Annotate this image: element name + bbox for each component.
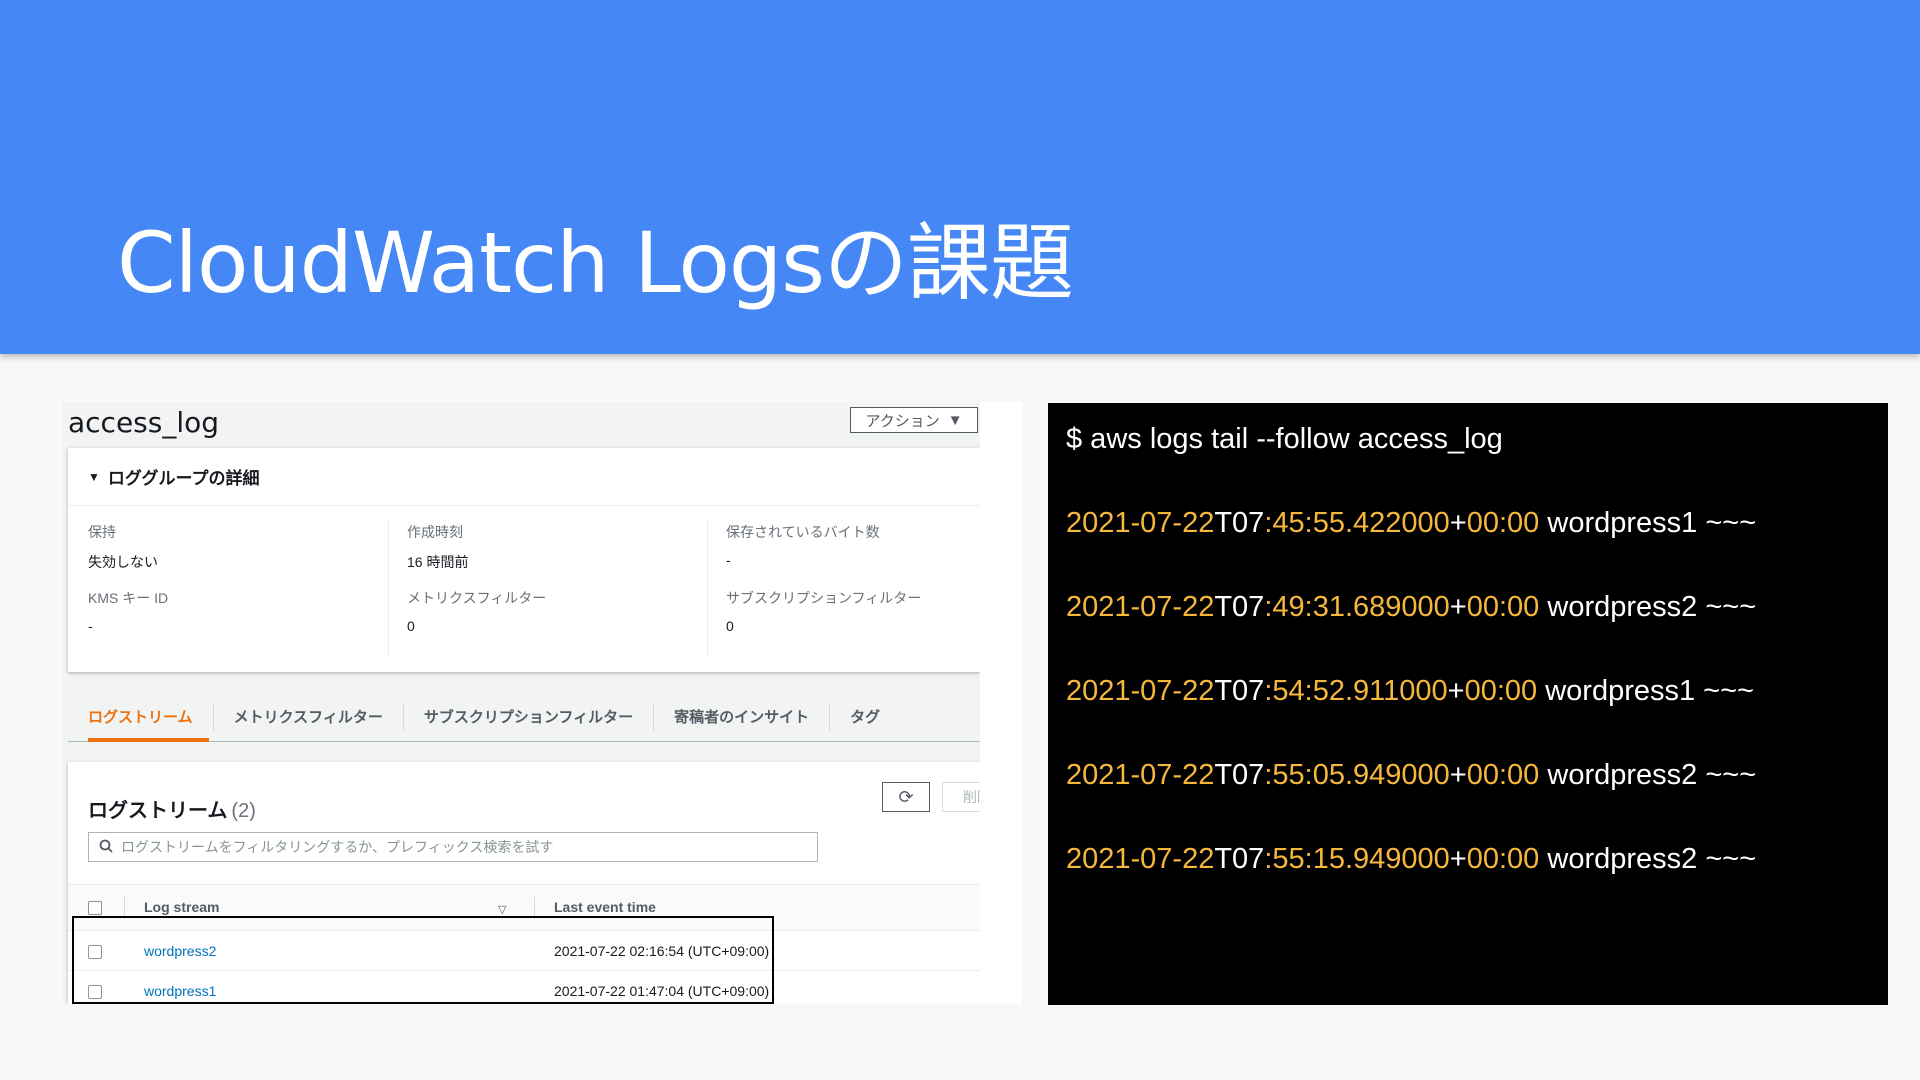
console-screenshot: access_log アクション ▼ ▼ ロググループの詳細 保持 失効しない … bbox=[62, 402, 1022, 1004]
details-heading: ロググループの詳細 bbox=[107, 469, 260, 488]
log-hour: T07 bbox=[1214, 759, 1265, 791]
log-time: :55:05.949000 bbox=[1264, 759, 1450, 791]
actions-label: アクション bbox=[865, 412, 940, 430]
log-message: wordpress2 ~~~ bbox=[1539, 843, 1757, 875]
slide-title: CloudWatch Logsの課題 bbox=[117, 214, 1074, 312]
field-value: - bbox=[88, 618, 93, 634]
log-hour: T07 bbox=[1214, 843, 1265, 875]
log-time: :54:52.911000 bbox=[1264, 675, 1448, 707]
log-time: :49:31.689000 bbox=[1264, 591, 1450, 623]
field-metric-filters: メトリクスフィルター 0 bbox=[407, 588, 546, 634]
log-line: 2021-07-22T07:45:55.422000+00:00 wordpre… bbox=[1066, 507, 1756, 540]
caret-down-icon: ▼ bbox=[88, 469, 100, 484]
log-date: 2021-07-22 bbox=[1066, 843, 1215, 875]
field-subscription-filters: サブスクリプションフィルター 0 bbox=[726, 588, 921, 634]
tab-contributor-insights[interactable]: 寄稿者のインサイト bbox=[653, 702, 829, 731]
column-last-event-time[interactable]: Last event time bbox=[554, 899, 656, 915]
delete-button[interactable]: 削除 bbox=[942, 782, 980, 812]
field-value: 失効しない bbox=[88, 554, 158, 570]
search-placeholder: ログストリームをフィルタリングするか、プレフィックス検索を試す bbox=[121, 839, 554, 855]
log-date: 2021-07-22 bbox=[1066, 591, 1215, 623]
log-time: :55:15.949000 bbox=[1264, 843, 1450, 875]
log-tz: 00:00 bbox=[1466, 843, 1540, 875]
log-message: wordpress1 ~~~ bbox=[1537, 675, 1754, 707]
log-message: wordpress1 ~~~ bbox=[1539, 507, 1757, 539]
tab-subscription-filters[interactable]: サブスクリプションフィルター bbox=[402, 702, 653, 731]
log-line: 2021-07-22T07:49:31.689000+00:00 wordpre… bbox=[1066, 591, 1756, 624]
actions-button[interactable]: アクション ▼ bbox=[850, 407, 978, 433]
log-hour: T07 bbox=[1214, 507, 1265, 539]
column-divider bbox=[707, 520, 708, 655]
log-hour: T07 bbox=[1214, 675, 1265, 707]
streams-title: ログストリーム bbox=[88, 800, 228, 822]
search-input[interactable]: ログストリームをフィルタリングするか、プレフィックス検索を試す bbox=[88, 832, 818, 862]
tab-log-streams[interactable]: ログストリーム bbox=[88, 703, 213, 731]
log-time: :45:55.422000 bbox=[1264, 507, 1450, 539]
refresh-button[interactable]: ⟳ bbox=[882, 782, 930, 812]
streams-count: (2) bbox=[231, 800, 256, 822]
field-value: 16 時間前 bbox=[407, 554, 469, 570]
field-label: サブスクリプションフィルター bbox=[726, 590, 922, 606]
field-retention: 保持 失効しない bbox=[88, 522, 158, 572]
field-label: 作成時刻 bbox=[407, 524, 463, 540]
log-message: wordpress2 ~~~ bbox=[1539, 591, 1757, 623]
field-value: 0 bbox=[407, 618, 415, 634]
console-topbar: access_log アクション ▼ bbox=[62, 402, 980, 448]
sort-icon[interactable]: ▽ bbox=[498, 903, 506, 916]
log-plus: + bbox=[1447, 675, 1465, 707]
search-icon bbox=[99, 839, 113, 856]
column-log-stream[interactable]: Log stream bbox=[144, 899, 219, 915]
log-date: 2021-07-22 bbox=[1066, 675, 1215, 707]
log-tz: 00:00 bbox=[1466, 507, 1540, 539]
log-plus: + bbox=[1449, 507, 1467, 539]
terminal-command: $ aws logs tail --follow access_log bbox=[1066, 423, 1503, 455]
slide-header: CloudWatch Logsの課題 bbox=[0, 0, 1920, 354]
log-hour: T07 bbox=[1214, 591, 1265, 623]
field-kms-key: KMS キー ID - bbox=[88, 588, 168, 634]
field-label: 保存されているバイト数 bbox=[726, 524, 880, 540]
field-label: 保持 bbox=[88, 524, 116, 540]
log-tz: 00:00 bbox=[1464, 675, 1538, 707]
console-inner: access_log アクション ▼ ▼ ロググループの詳細 保持 失効しない … bbox=[62, 402, 980, 1004]
caret-down-icon: ▼ bbox=[947, 411, 963, 429]
log-line: 2021-07-22T07:55:15.949000+00:00 wordpre… bbox=[1066, 843, 1756, 876]
refresh-icon: ⟳ bbox=[898, 786, 914, 807]
column-divider bbox=[388, 520, 389, 655]
log-tz: 00:00 bbox=[1466, 759, 1540, 791]
field-value: - bbox=[726, 552, 731, 568]
terminal-panel: $ aws logs tail --follow access_log 2021… bbox=[1048, 403, 1888, 1005]
field-stored-bytes: 保存されているバイト数 - bbox=[726, 522, 880, 568]
tab-tags[interactable]: タグ bbox=[829, 702, 900, 731]
log-plus: + bbox=[1449, 843, 1467, 875]
log-tz: 00:00 bbox=[1466, 591, 1540, 623]
active-tab-indicator bbox=[88, 738, 209, 742]
field-value: 0 bbox=[726, 618, 734, 634]
field-created: 作成時刻 16 時間前 bbox=[407, 522, 468, 572]
log-plus: + bbox=[1449, 591, 1467, 623]
streams-heading: ログストリーム (2) bbox=[88, 794, 256, 823]
tab-metric-filters[interactable]: メトリクスフィルター bbox=[212, 702, 403, 731]
log-line: 2021-07-22T07:55:05.949000+00:00 wordpre… bbox=[1066, 759, 1756, 792]
log-message: wordpress2 ~~~ bbox=[1539, 759, 1757, 791]
log-plus: + bbox=[1449, 759, 1467, 791]
log-group-title: access_log bbox=[68, 406, 220, 439]
log-date: 2021-07-22 bbox=[1066, 507, 1215, 539]
highlight-box bbox=[72, 916, 774, 1004]
log-line: 2021-07-22T07:54:52.911000+00:00 wordpre… bbox=[1066, 675, 1754, 708]
field-label: メトリクスフィルター bbox=[407, 590, 547, 606]
log-group-details-panel: ▼ ロググループの詳細 保持 失効しない 作成時刻 16 時間前 保存されている… bbox=[68, 448, 980, 672]
field-label: KMS キー ID bbox=[88, 590, 169, 606]
log-date: 2021-07-22 bbox=[1066, 759, 1215, 791]
select-all-checkbox[interactable] bbox=[88, 901, 102, 915]
tab-bar: ログストリーム メトリクスフィルター サブスクリプションフィルター 寄稿者のイン… bbox=[68, 692, 980, 742]
details-header[interactable]: ▼ ロググループの詳細 bbox=[68, 448, 980, 506]
